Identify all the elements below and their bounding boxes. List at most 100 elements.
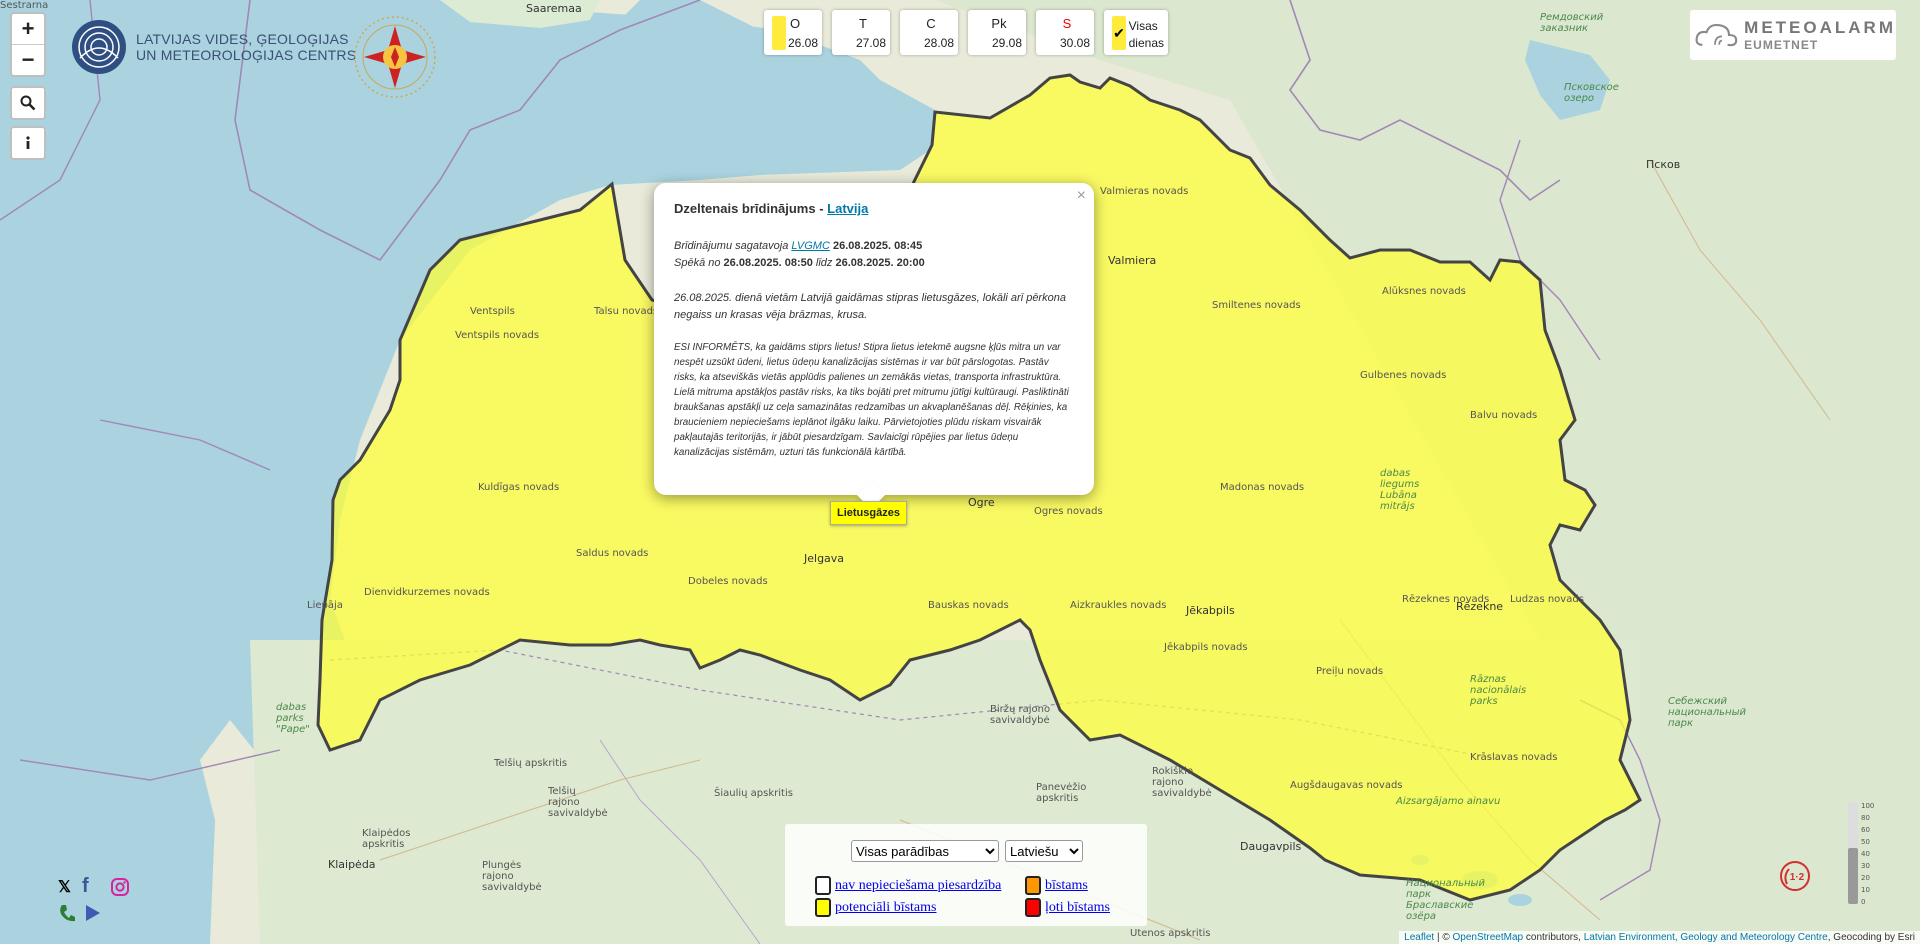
map-label: Smiltenes novads <box>1212 300 1301 311</box>
map-label: Saaremaa <box>526 2 582 15</box>
day-date: 29.08 <box>991 36 1022 50</box>
cloud-icon <box>1695 23 1738 47</box>
meteoalarm-title: METEOALARM <box>1744 18 1896 37</box>
day-tab-today[interactable]: O 26.08 <box>764 10 822 55</box>
map-label: Ремдовский заказник <box>1540 12 1604 34</box>
map-label: Augšdaugavas novads <box>1290 780 1403 791</box>
day-tab[interactable]: T 27.08 <box>832 10 890 55</box>
rain-radar-icon[interactable]: 1·2 <box>1779 860 1811 892</box>
valid-until: 26.08.2025. 20:00 <box>835 257 925 269</box>
facebook-icon[interactable]: f <box>82 875 89 898</box>
eumetnet-label: EUMETNET <box>1744 38 1819 52</box>
valid-from: 26.08.2025. 08:50 <box>723 257 813 269</box>
region-link[interactable]: Latvija <box>827 201 868 216</box>
map-label: Sestrarna <box>0 0 49 11</box>
legend-item-potentially-dangerous[interactable]: potenciāli bīstams <box>815 898 936 917</box>
day-tab[interactable]: S 30.08 <box>1036 10 1094 55</box>
map-label: Talsu novads <box>594 306 659 317</box>
x-twitter-icon[interactable]: 𝕏 <box>58 877 71 897</box>
search-icon <box>20 95 36 111</box>
instagram-icon[interactable] <box>110 877 130 897</box>
map-label: Klaipėda <box>328 858 376 871</box>
day-tab[interactable]: C 28.08 <box>900 10 958 55</box>
map-label: Bauskas novads <box>928 600 1009 611</box>
scale-tick-label: 30 <box>1861 862 1870 870</box>
legend-swatch-orange <box>1025 876 1041 895</box>
lvgmc-emblem-icon <box>72 20 126 74</box>
zoom-out-button[interactable]: − <box>12 44 44 75</box>
warning-meta: Brīdinājumu sagatavoja LVGMC 26.08.2025.… <box>674 240 925 269</box>
map-label: Madonas novads <box>1220 482 1305 493</box>
day-tab[interactable]: Pk 29.08 <box>968 10 1026 55</box>
warning-marker-label[interactable]: Lietusgāzes <box>830 501 907 525</box>
lvgmc-link[interactable]: LVGMC <box>791 240 830 252</box>
map-label: Telšių apskritis <box>494 758 568 769</box>
map-label: Daugavpils <box>1240 840 1302 853</box>
legend-panel: Visas parādības Latviešu nav nepieciešam… <box>785 824 1147 926</box>
map-label: Себежский национальный парк <box>1668 696 1746 729</box>
map-label: Valmiera <box>1108 254 1157 267</box>
phenomenon-filter-select[interactable]: Visas parādības <box>851 840 999 862</box>
phone-icon[interactable] <box>58 903 76 923</box>
lvgmc-attribution-link[interactable]: Latvian Environment, Geology and Meteoro… <box>1584 932 1828 943</box>
all-days-label-line2: dienas <box>1128 36 1164 50</box>
legend-item-no-caution[interactable]: nav nepieciešama piesardzība <box>815 876 1001 895</box>
day-selector: O 26.08 T 27.08 C 28.08 Pk 29.08 S 30.08… <box>764 10 1168 55</box>
leaflet-link[interactable]: Leaflet <box>1404 932 1434 943</box>
map-label: Ventspils <box>470 306 515 317</box>
scale-tick-label: 40 <box>1861 850 1870 858</box>
lvgmc-logo[interactable]: LATVIJAS VIDES, ĢEOLOĢIJAS UN METEOROLOĢ… <box>70 18 356 76</box>
map-label: dabas parks "Pape" <box>276 702 310 735</box>
day-label: C <box>926 16 936 31</box>
all-days-toggle[interactable]: ✔ Visas dienas <box>1104 10 1168 55</box>
map-label: Biržų rajono savivaldybė <box>990 704 1051 726</box>
day-date: 30.08 <box>1059 36 1090 50</box>
map-label: Dobeles novads <box>688 576 768 587</box>
scale-tick-label: 10 <box>1861 886 1870 894</box>
popup-title: Dzeltenais brīdinājums - Latvija <box>674 201 869 216</box>
map-label: Jelgava <box>804 552 845 565</box>
map-label: Aizsargājamo ainavu <box>1396 796 1501 807</box>
map-label: Balvu novads <box>1470 410 1538 421</box>
lvgmc-name-line2: UN METEOROLOĢIJAS CENTRS <box>136 47 357 63</box>
day-label: O <box>789 16 801 31</box>
day-label: S <box>1062 16 1072 31</box>
day-date: 28.08 <box>923 36 954 50</box>
scale-tick-label: 0 <box>1861 898 1865 906</box>
info-icon <box>26 136 30 149</box>
lvgmc-name-line1: LATVIJAS VIDES, ĢEOLOĢIJAS <box>136 31 349 47</box>
map-label: Dienvidkurzemes novads <box>364 587 490 598</box>
meteoalarm-logo[interactable]: METEOALARM EUMETNET <box>1690 10 1896 60</box>
legend-item-very-dangerous[interactable]: ļoti bīstams <box>1025 898 1110 917</box>
map-label: Šiaulių apskritis <box>714 788 793 799</box>
day-label: T <box>859 16 867 31</box>
scale-tick-label: 60 <box>1861 826 1870 834</box>
map-label: Псковское озеро <box>1564 82 1619 104</box>
warning-description: 26.08.2025. dienā vietām Latvijā gaidāma… <box>674 292 1066 321</box>
map-label: Klaipėdos apskritis <box>362 828 411 850</box>
google-play-icon[interactable] <box>84 903 102 923</box>
scale-tick-label: 20 <box>1861 874 1870 882</box>
map-label: Valmieras novads <box>1100 186 1189 197</box>
svg-text:1·2: 1·2 <box>1790 872 1805 883</box>
map-attribution: Leaflet | © OpenStreetMap contributors, … <box>1399 931 1920 944</box>
checkmark-icon: ✔ <box>1112 16 1126 50</box>
map-label: Aizkraukles novads <box>1070 600 1167 611</box>
legend-item-dangerous[interactable]: bīstams <box>1025 876 1088 895</box>
osm-link[interactable]: OpenStreetMap <box>1453 932 1524 943</box>
language-select[interactable]: Latviešu <box>1005 840 1083 862</box>
map-label: Rēzeknes novads <box>1402 594 1490 605</box>
legend-swatch-yellow <box>815 898 831 917</box>
info-button[interactable] <box>10 126 46 160</box>
map-label: Ogre <box>968 496 995 509</box>
map-label: Krāslavas novads <box>1470 752 1558 763</box>
map-label: Panevėžio apskritis <box>1036 782 1087 804</box>
map-label: Национальный парк Браславские озёра <box>1406 878 1485 922</box>
map-label: Telšių rajono savivaldybė <box>548 786 608 819</box>
legend-swatch-red <box>1025 898 1041 917</box>
search-button[interactable] <box>10 86 46 120</box>
map-label: Rokiškio rajono savivaldybė <box>1152 766 1212 799</box>
close-button[interactable]: × <box>1077 187 1086 205</box>
zoom-in-button[interactable]: + <box>12 14 44 44</box>
zoom-control: + − <box>10 12 46 77</box>
